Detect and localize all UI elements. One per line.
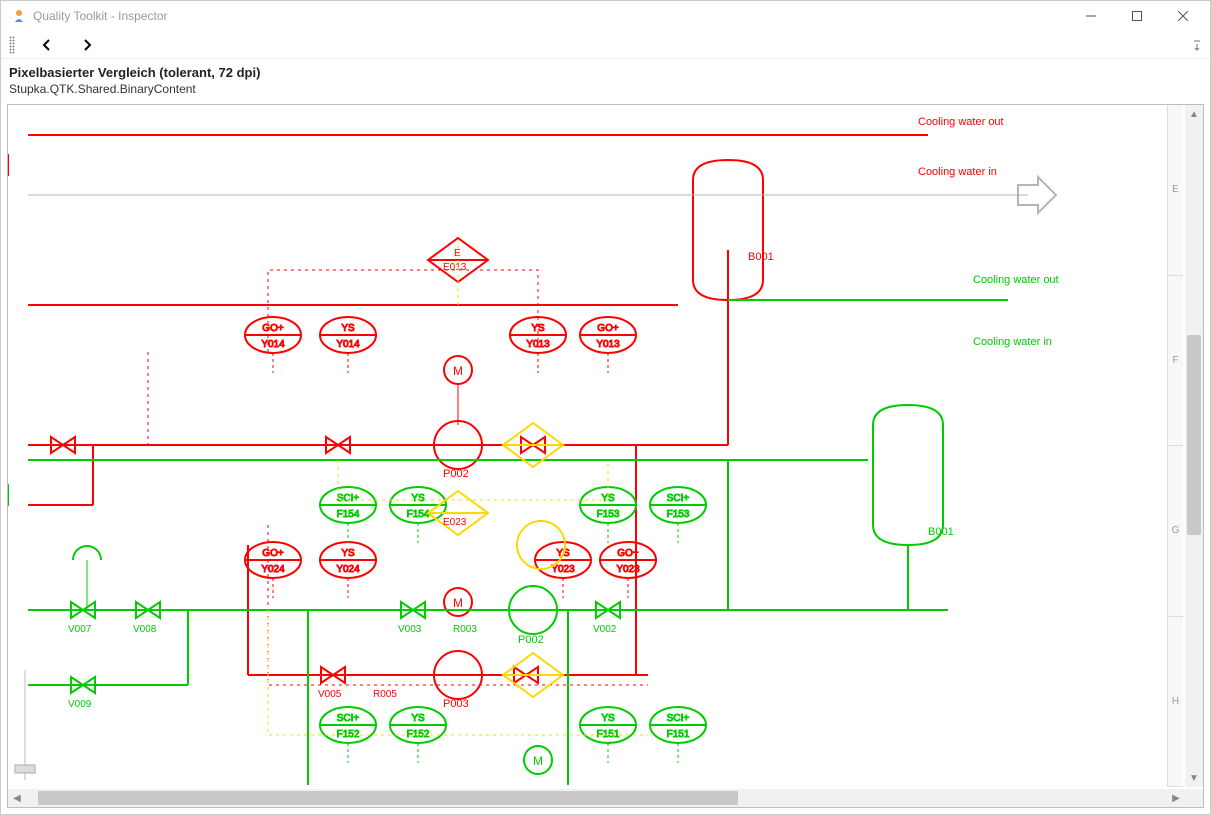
cooling-out-label: Cooling water out (973, 274, 1059, 286)
ruler-mark: E (1168, 105, 1183, 276)
content-header: Pixelbasierter Vergleich (tolerant, 72 d… (1, 59, 1210, 100)
svg-text:SCI+: SCI+ (337, 493, 360, 504)
svg-text:YS: YS (411, 493, 425, 504)
tank-label: B001 (928, 526, 954, 538)
close-button[interactable] (1160, 1, 1206, 31)
back-button[interactable] (35, 33, 59, 57)
svg-text:SCI+: SCI+ (337, 713, 360, 724)
page-subtitle: Stupka.QTK.Shared.BinaryContent (9, 82, 1202, 96)
svg-text:GO+: GO+ (262, 323, 284, 334)
horizontal-scroll-thumb[interactable] (38, 791, 738, 805)
vertical-ruler: E F G H (1167, 105, 1183, 787)
scroll-down-icon[interactable]: ▼ (1185, 769, 1203, 787)
svg-text:F154: F154 (407, 509, 430, 520)
svg-text:GO+: GO+ (597, 323, 619, 334)
svg-text:YS: YS (341, 548, 355, 559)
diff-layer-overlap: E023 (268, 235, 648, 735)
svg-text:V005: V005 (318, 689, 342, 700)
svg-text:Y024: Y024 (261, 564, 285, 575)
tank-label: B001 (748, 251, 774, 263)
svg-text:V007: V007 (68, 624, 92, 635)
svg-text:P002: P002 (518, 634, 544, 646)
svg-text:YS: YS (411, 713, 425, 724)
cooling-in-label: Cooling water in (973, 336, 1052, 348)
ruler-mark: H (1168, 617, 1183, 788)
cooling-out-label: Cooling water out (918, 116, 1004, 128)
svg-text:YS: YS (531, 323, 545, 334)
svg-text:R005: R005 (373, 689, 397, 700)
app-icon (11, 8, 27, 24)
svg-text:Y024: Y024 (336, 564, 360, 575)
ruler-mark: G (1168, 446, 1183, 617)
svg-text:SCI+: SCI+ (667, 493, 690, 504)
svg-text:V002: V002 (593, 624, 617, 635)
vertical-scrollbar[interactable]: ▲ ▼ (1185, 105, 1203, 787)
svg-text:M: M (453, 596, 463, 610)
svg-text:YS: YS (601, 713, 615, 724)
diff-layer-added: B001 Cooling water out Cooling water in … (8, 177, 1059, 785)
toolbar-overflow-icon[interactable] (1190, 33, 1204, 57)
maximize-button[interactable] (1114, 1, 1160, 31)
svg-text:Y013: Y013 (596, 339, 620, 350)
pump-label: P003 (443, 698, 469, 710)
scroll-right-icon[interactable]: ▶ (1167, 789, 1185, 807)
svg-text:E023: E023 (443, 517, 467, 528)
svg-text:F153: F153 (667, 509, 690, 520)
svg-text:Y013: Y013 (526, 339, 550, 350)
toolbar-grip-icon (9, 36, 15, 54)
diff-layer-removed: B001 Cooling water out Cooling water in … (8, 116, 1004, 710)
zoom-slider[interactable] (10, 665, 40, 785)
svg-text:SCI+: SCI+ (667, 713, 690, 724)
forward-button[interactable] (75, 33, 99, 57)
page-title: Pixelbasierter Vergleich (tolerant, 72 d… (9, 65, 1202, 80)
svg-text:YS: YS (341, 323, 355, 334)
app-window: Quality Toolkit - Inspector Pixelbasiert… (0, 0, 1211, 815)
svg-text:V009: V009 (68, 699, 92, 710)
pump-label: P002 (443, 468, 469, 480)
svg-text:F151: F151 (667, 729, 690, 740)
svg-text:F153: F153 (597, 509, 620, 520)
svg-text:R003: R003 (453, 624, 477, 635)
svg-text:V003: V003 (398, 624, 422, 635)
svg-text:F154: F154 (337, 509, 360, 520)
horizontal-scrollbar[interactable]: ◀ ▶ (8, 789, 1203, 807)
titlebar: Quality Toolkit - Inspector (1, 1, 1210, 31)
cooling-in-label: Cooling water in (918, 166, 997, 178)
ruler-mark: F (1168, 276, 1183, 447)
scroll-left-icon[interactable]: ◀ (8, 789, 26, 807)
svg-text:Y014: Y014 (261, 339, 285, 350)
minimize-button[interactable] (1068, 1, 1114, 31)
motor-label: M (453, 364, 463, 378)
svg-text:V008: V008 (133, 624, 157, 635)
svg-text:M: M (533, 754, 543, 768)
toolbar (1, 31, 1210, 59)
window-title: Quality Toolkit - Inspector (33, 9, 1068, 23)
vertical-scroll-thumb[interactable] (1187, 335, 1201, 535)
svg-text:GO+: GO+ (262, 548, 284, 559)
svg-text:Y014: Y014 (336, 339, 360, 350)
diagram-canvas[interactable]: B001 Cooling water out Cooling water in … (8, 105, 1167, 787)
scroll-up-icon[interactable]: ▲ (1185, 105, 1203, 123)
svg-text:E013: E013 (443, 262, 467, 273)
window-controls (1068, 1, 1206, 31)
diagram-viewer: B001 Cooling water out Cooling water in … (7, 104, 1204, 808)
